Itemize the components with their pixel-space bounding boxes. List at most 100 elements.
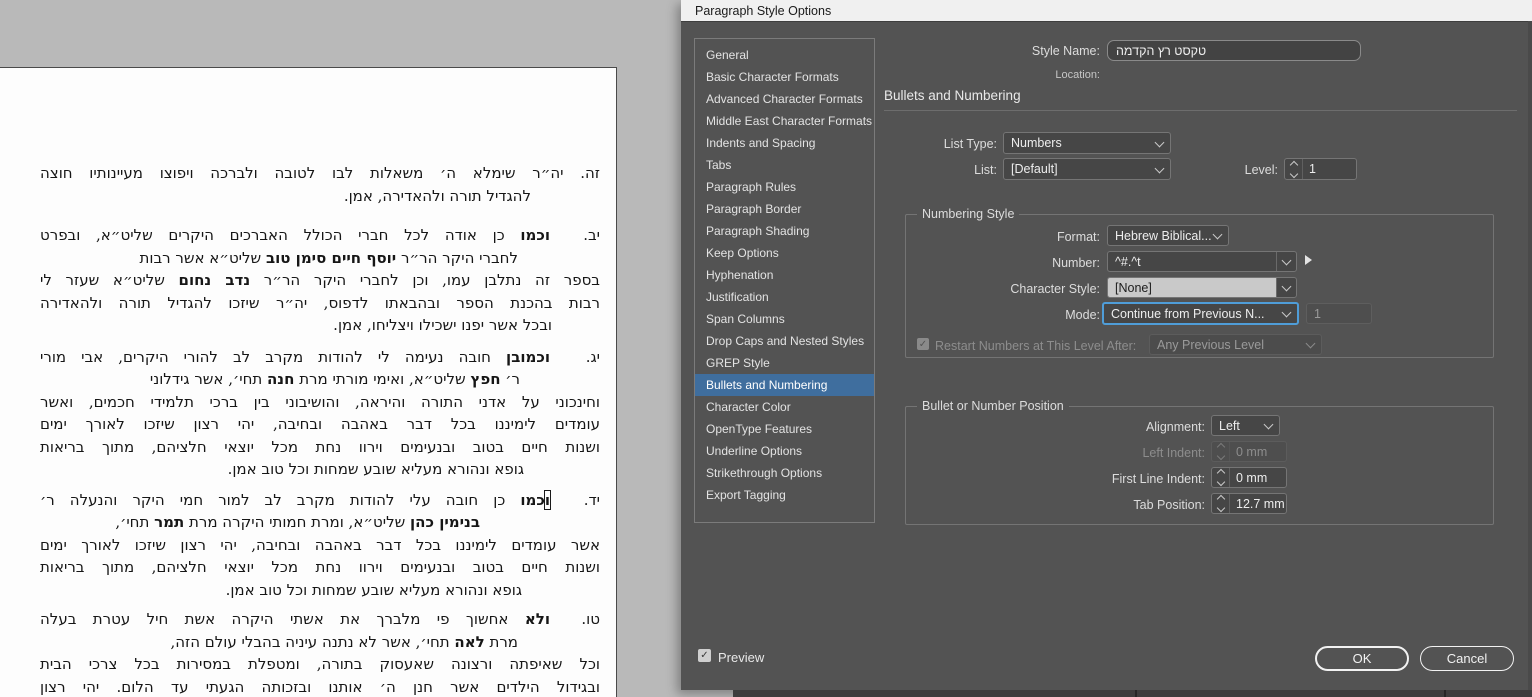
alignment-dropdown[interactable]: Left bbox=[1211, 415, 1280, 436]
sidebar-item-drop-caps-and-nested-styles[interactable]: Drop Caps and Nested Styles bbox=[695, 330, 874, 352]
left-indent-label: Left Indent: bbox=[1142, 446, 1205, 460]
restart-after-value: Any Previous Level bbox=[1157, 337, 1265, 352]
text-segment: ר׳ bbox=[500, 370, 520, 388]
text-segment: אשר עומדים לימיננו בכל דבר באהבה ובחיבה,… bbox=[40, 535, 600, 554]
paragraph: יג. וכמובן חובה נעימה לי להודות מקרב לב ל… bbox=[40, 346, 600, 481]
sidebar-item-advanced-character-formats[interactable]: Advanced Character Formats bbox=[695, 88, 874, 110]
sidebar-item-underline-options[interactable]: Underline Options bbox=[695, 440, 874, 462]
number-flyout-icon[interactable] bbox=[1305, 255, 1312, 265]
sidebar-item-bullets-and-numbering[interactable]: Bullets and Numbering bbox=[695, 374, 874, 396]
text-line: בספר זה נתלבן עמו, וכן לחברי היקר הר״ר נ… bbox=[40, 269, 600, 292]
stepper-arrows-icon[interactable] bbox=[1285, 159, 1303, 179]
text-segment: בנימין כהן bbox=[410, 513, 480, 531]
text-line: יב. וכמו כן אודה לכל חברי הכולל האברכים ה… bbox=[40, 224, 600, 247]
sidebar-item-hyphenation[interactable]: Hyphenation bbox=[695, 264, 874, 286]
text-segment: וכל שאיפתה ורצונה שאעסוק בתורה, ומטפלת ב… bbox=[40, 655, 600, 673]
text-segment: גופא ונהורא מעליא שובע שמחות וכל טוב אמן… bbox=[227, 460, 524, 478]
text-segment: בספר זה נתלבן עמו, וכן לחברי היקר הר״ר bbox=[250, 271, 600, 289]
restart-after-dropdown: Any Previous Level bbox=[1149, 334, 1322, 355]
text-segment: גופא ונהורא מעליא שובע שמחות וכל טוב אמן… bbox=[225, 580, 522, 599]
list-value: [Default] bbox=[1011, 162, 1058, 176]
sidebar-item-keep-options[interactable]: Keep Options bbox=[695, 242, 874, 264]
ok-button[interactable]: OK bbox=[1315, 646, 1409, 671]
number-dropdown-button[interactable] bbox=[1276, 252, 1296, 271]
text-line: ושנות חיים בטוב ובנעימים וירוו נחת מכל י… bbox=[40, 436, 600, 459]
text-segment: לאה bbox=[454, 632, 485, 651]
number-combobox[interactable]: ^#.^t bbox=[1107, 251, 1297, 272]
text-line: לחברי היקר הר״ר יוסף חיים סימן טוב שליט״… bbox=[40, 247, 518, 270]
format-value: Hebrew Biblical... bbox=[1115, 228, 1212, 243]
text-segment: עומדים לימיננו בכל דבר באהבה ובחיבה, יהי… bbox=[40, 415, 600, 433]
first-line-indent-stepper[interactable]: 0 mm bbox=[1211, 467, 1287, 488]
preview-checkbox[interactable] bbox=[698, 649, 711, 662]
position-group-label: Bullet or Number Position bbox=[917, 399, 1069, 413]
text-segment: וכמובן bbox=[506, 347, 550, 366]
dialog-title-bar[interactable]: Paragraph Style Options bbox=[681, 0, 1532, 22]
text-segment: כן אודה לכל חברי הכולל האברכים היקרים של… bbox=[40, 226, 521, 244]
level-stepper[interactable]: 1 bbox=[1284, 158, 1357, 180]
panel-edge bbox=[733, 690, 1532, 697]
sidebar-item-paragraph-shading[interactable]: Paragraph Shading bbox=[695, 220, 874, 242]
left-indent-stepper: 0 mm bbox=[1211, 441, 1287, 462]
sidebar-item-basic-character-formats[interactable]: Basic Character Formats bbox=[695, 66, 874, 88]
sidebar-item-paragraph-rules[interactable]: Paragraph Rules bbox=[695, 176, 874, 198]
paragraph: טו. ולא אחשוך פי מלברך את אשתי היקרה אשת … bbox=[40, 608, 600, 697]
text-line: גופא ונהורא מעליא שובע שמחות וכל טוב אמן… bbox=[40, 458, 524, 481]
style-name-label: Style Name: bbox=[1031, 44, 1100, 58]
text-segment: תחי׳, bbox=[115, 513, 155, 531]
sidebar-item-span-columns[interactable]: Span Columns bbox=[695, 308, 874, 330]
character-style-value: [None] bbox=[1108, 278, 1276, 297]
panel-divider bbox=[1135, 690, 1137, 697]
style-name-input[interactable]: טקסט רץ הקדמה bbox=[1107, 40, 1361, 61]
location-label: Location: bbox=[1055, 69, 1100, 81]
text-line: גופא ונהורא מעליא שובע שמחות וכל טוב אמן… bbox=[40, 579, 522, 602]
mode-dropdown[interactable]: Continue from Previous N... bbox=[1102, 302, 1299, 325]
paragraph-number: יג. bbox=[585, 347, 600, 366]
level-value: 1 bbox=[1309, 162, 1316, 176]
list-type-dropdown[interactable]: Numbers bbox=[1003, 132, 1171, 154]
cancel-button[interactable]: Cancel bbox=[1420, 646, 1514, 671]
format-dropdown[interactable]: Hebrew Biblical... bbox=[1107, 225, 1229, 246]
character-style-dropdown[interactable]: [None] bbox=[1107, 277, 1297, 298]
text-segment: וכמו bbox=[520, 226, 550, 244]
sidebar-item-export-tagging[interactable]: Export Tagging bbox=[695, 484, 874, 506]
text-segment: חובה נעימה לי להודות מקרב לב להורי היקרי… bbox=[40, 347, 507, 366]
sidebar-item-strikethrough-options[interactable]: Strikethrough Options bbox=[695, 462, 874, 484]
character-style-dropdown-button[interactable] bbox=[1276, 278, 1296, 297]
sidebar-item-paragraph-border[interactable]: Paragraph Border bbox=[695, 198, 874, 220]
sidebar-item-justification[interactable]: Justification bbox=[695, 286, 874, 308]
restart-numbers-label: Restart Numbers at This Level After: bbox=[935, 339, 1137, 353]
sidebar-item-grep-style[interactable]: GREP Style bbox=[695, 352, 874, 374]
text-segment: נדב נחום bbox=[178, 271, 251, 289]
text-segment: ושנות חיים בטוב ובנעימים וירוו נחת מכל י… bbox=[40, 558, 600, 576]
text-segment: חנה bbox=[267, 370, 295, 388]
text-line: וחינכוני על אדני התורה והיראה, והושיבוני… bbox=[40, 391, 600, 414]
dialog-title: Paragraph Style Options bbox=[695, 3, 832, 18]
chevron-down-icon bbox=[1281, 281, 1292, 292]
sidebar-item-character-color[interactable]: Character Color bbox=[695, 396, 874, 418]
text-line: יד.וכמו כן חובה עלי להודות מקרב לב למור … bbox=[40, 489, 600, 512]
numbering-style-group-label: Numbering Style bbox=[917, 207, 1020, 221]
indesign-workspace: זה. יה״ר שימלא ה׳ משאלות לבו לטובה ולברכ… bbox=[0, 0, 1532, 697]
stepper-arrows-icon[interactable] bbox=[1212, 468, 1230, 487]
text-segment: כן חובה עלי להודות מקרב לב למור חמי היקר… bbox=[40, 490, 521, 509]
chevron-down-icon bbox=[1212, 229, 1223, 240]
text-line: ושנות חיים בטוב ובנעימים וירוו נחת מכל י… bbox=[40, 556, 600, 579]
text-segment: ובגידול הילדים אשר חנן ה׳ אותנו ובזכותה … bbox=[40, 677, 600, 696]
sidebar-item-general[interactable]: General bbox=[695, 44, 874, 66]
text-line: יג. וכמובן חובה נעימה לי להודות מקרב לב ל… bbox=[40, 346, 600, 369]
sidebar-item-indents-and-spacing[interactable]: Indents and Spacing bbox=[695, 132, 874, 154]
sidebar-item-opentype-features[interactable]: OpenType Features bbox=[695, 418, 874, 440]
list-dropdown[interactable]: [Default] bbox=[1003, 158, 1171, 180]
tab-position-stepper[interactable]: 12.7 mm bbox=[1211, 493, 1287, 514]
chevron-down-icon bbox=[1281, 307, 1292, 318]
text-segment: שליט״א, ומרת חמותי היקרה מרת bbox=[184, 513, 411, 531]
text-segment: אחשוך פי מלברך את אשתי היקרה אשת חיל עטר… bbox=[40, 610, 525, 628]
sidebar-item-tabs[interactable]: Tabs bbox=[695, 154, 874, 176]
sidebar-item-middle-east-character-formats[interactable]: Middle East Character Formats bbox=[695, 110, 874, 132]
stepper-arrows-icon[interactable] bbox=[1212, 494, 1230, 513]
text-line: וכל שאיפתה ורצונה שאעסוק בתורה, ומטפלת ב… bbox=[40, 653, 600, 676]
tab-position-value: 12.7 mm bbox=[1236, 496, 1285, 511]
format-label: Format: bbox=[1056, 230, 1100, 244]
text-line: להגדיל תורה ולהאדירה, אמן. bbox=[40, 185, 531, 208]
